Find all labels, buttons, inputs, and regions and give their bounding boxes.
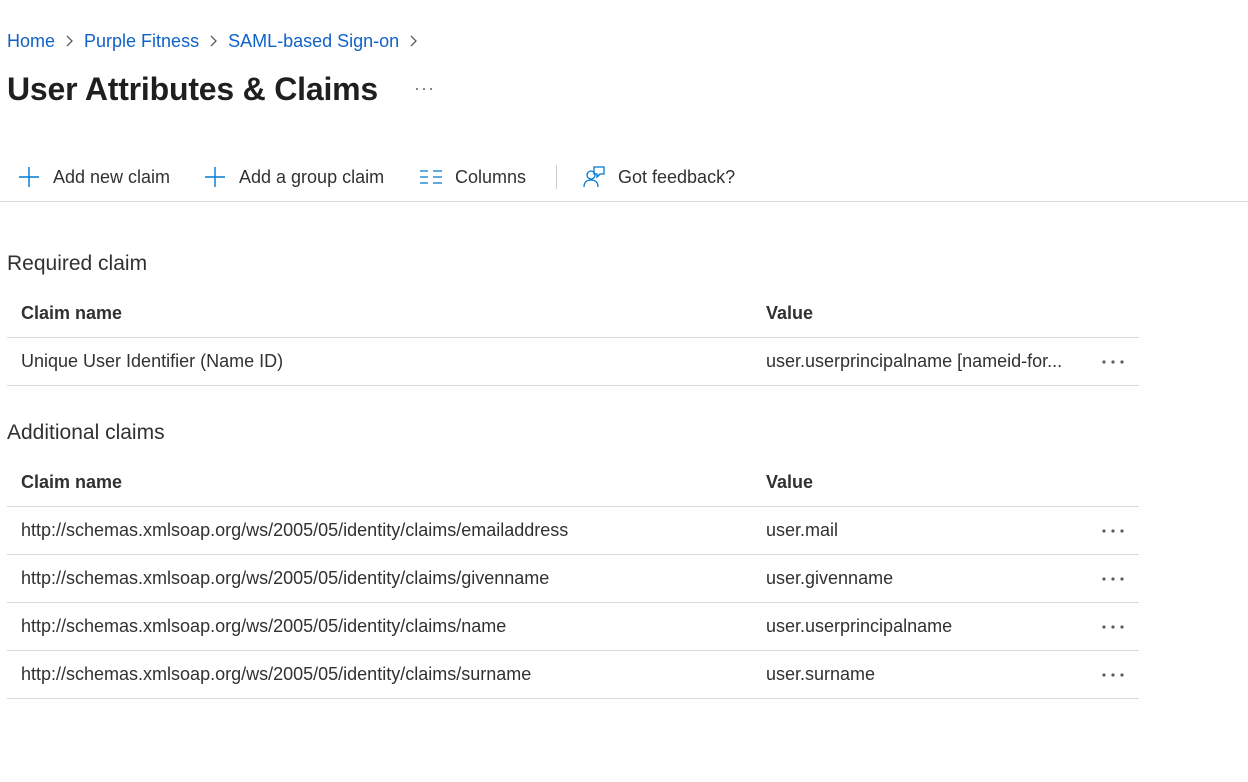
more-icon[interactable] bbox=[1099, 555, 1127, 602]
chevron-right-icon bbox=[64, 35, 74, 47]
claim-name-cell: Unique User Identifier (Name ID) bbox=[21, 351, 284, 371]
column-header-claim-name[interactable]: Claim name bbox=[21, 290, 122, 337]
more-icon[interactable] bbox=[1099, 603, 1127, 650]
page-title: User Attributes & Claims bbox=[7, 70, 378, 107]
column-header-value[interactable]: Value bbox=[766, 290, 813, 337]
claim-value-cell: user.mail bbox=[766, 520, 839, 540]
more-icon[interactable] bbox=[1099, 338, 1127, 385]
columns-label: Columns bbox=[455, 166, 527, 187]
required-claim-heading: Required claim bbox=[7, 252, 148, 275]
title-row: User Attributes & Claims bbox=[7, 68, 436, 110]
add-new-claim-button[interactable]: Add new claim bbox=[17, 164, 170, 190]
add-group-claim-label: Add a group claim bbox=[239, 166, 385, 187]
plus-icon bbox=[203, 165, 227, 189]
got-feedback-label: Got feedback? bbox=[618, 166, 736, 187]
more-icon[interactable] bbox=[1099, 651, 1127, 698]
breadcrumb-saml-sign-on[interactable]: SAML-based Sign-on bbox=[228, 31, 399, 52]
table-row[interactable]: http://schemas.xmlsoap.org/ws/2005/05/id… bbox=[7, 555, 1139, 603]
toolbar-divider bbox=[556, 165, 557, 189]
breadcrumb-home[interactable]: Home bbox=[7, 31, 55, 52]
claim-name-cell: http://schemas.xmlsoap.org/ws/2005/05/id… bbox=[21, 568, 550, 588]
more-icon[interactable] bbox=[412, 79, 436, 99]
table-row[interactable]: http://schemas.xmlsoap.org/ws/2005/05/id… bbox=[7, 651, 1139, 699]
chevron-right-icon bbox=[208, 35, 218, 47]
command-bar: Add new claim Add a group claim Columns … bbox=[0, 152, 1248, 202]
claim-value-cell: user.surname bbox=[766, 664, 876, 684]
table-row[interactable]: http://schemas.xmlsoap.org/ws/2005/05/id… bbox=[7, 507, 1139, 555]
claim-value-cell: user.givenname bbox=[766, 568, 894, 588]
chevron-right-icon bbox=[408, 35, 418, 47]
plus-icon bbox=[17, 165, 41, 189]
columns-button[interactable]: Columns bbox=[419, 164, 526, 190]
claim-value-cell: user.userprincipalname bbox=[766, 616, 953, 636]
claim-name-cell: http://schemas.xmlsoap.org/ws/2005/05/id… bbox=[21, 664, 532, 684]
columns-icon bbox=[419, 165, 443, 189]
more-icon[interactable] bbox=[1099, 507, 1127, 554]
claim-name-cell: http://schemas.xmlsoap.org/ws/2005/05/id… bbox=[21, 520, 569, 540]
table-header-row: Claim name Value bbox=[7, 290, 1139, 338]
additional-claims-heading: Additional claims bbox=[7, 421, 165, 444]
table-row[interactable]: http://schemas.xmlsoap.org/ws/2005/05/id… bbox=[7, 603, 1139, 651]
add-new-claim-label: Add new claim bbox=[53, 166, 171, 187]
additional-claims-table: Claim name Value http://schemas.xmlsoap.… bbox=[7, 459, 1139, 699]
got-feedback-button[interactable]: Got feedback? bbox=[582, 164, 735, 190]
column-header-value[interactable]: Value bbox=[766, 459, 813, 506]
required-claims-table: Claim name Value Unique User Identifier … bbox=[7, 290, 1139, 386]
feedback-icon bbox=[582, 165, 606, 189]
breadcrumb: Home Purple Fitness SAML-based Sign-on bbox=[7, 28, 428, 54]
table-header-row: Claim name Value bbox=[7, 459, 1139, 507]
breadcrumb-purple-fitness[interactable]: Purple Fitness bbox=[84, 31, 199, 52]
column-header-claim-name[interactable]: Claim name bbox=[21, 459, 122, 506]
table-row[interactable]: Unique User Identifier (Name ID) user.us… bbox=[7, 338, 1139, 386]
add-group-claim-button[interactable]: Add a group claim bbox=[203, 164, 384, 190]
claim-value-cell: user.userprincipalname [nameid-for... bbox=[766, 351, 1063, 371]
claim-name-cell: http://schemas.xmlsoap.org/ws/2005/05/id… bbox=[21, 616, 507, 636]
